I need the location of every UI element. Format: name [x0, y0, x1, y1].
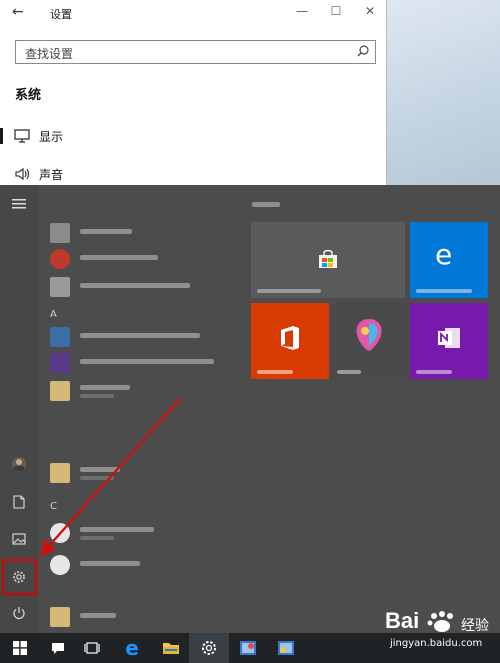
blurred-label [80, 359, 214, 364]
section-title: 系统 [15, 88, 42, 103]
user-avatar[interactable] [0, 447, 38, 481]
list-item[interactable] [50, 325, 230, 351]
folder-icon [50, 607, 70, 627]
settings-window: ← 设置 — ☐ ✕ 查找设置 系统 显示 声音 [0, 0, 387, 185]
title-bar: ← 设置 — ☐ ✕ [0, 0, 387, 26]
group-letter[interactable]: A [50, 309, 57, 320]
list-item[interactable] [50, 379, 230, 405]
file-explorer-icon[interactable] [151, 633, 191, 663]
blurred-label [80, 467, 120, 472]
speaker-icon [15, 167, 30, 181]
store-icon [319, 249, 337, 268]
app-icon [50, 249, 70, 269]
list-item[interactable] [50, 221, 230, 247]
watermark-suffix: 经验 [461, 618, 489, 634]
blurred-label [80, 613, 116, 618]
document-icon[interactable] [0, 485, 38, 519]
baidu-watermark: Bai 经验 jingyan.baidu.com [385, 608, 500, 656]
blurred-label [416, 370, 452, 374]
blurred-label [80, 385, 130, 390]
back-button[interactable]: ← [12, 4, 24, 20]
app-icon [50, 327, 70, 347]
list-item[interactable] [50, 553, 230, 579]
highlight-box [2, 559, 37, 595]
nav-item-sound[interactable]: 声音 [0, 160, 387, 188]
baidu-paw-icon [427, 611, 453, 632]
blurred-label [337, 370, 361, 374]
paint3d-tile[interactable] [331, 303, 409, 379]
watermark-url: jingyan.baidu.com [390, 638, 483, 649]
folder-icon [50, 381, 70, 401]
close-button[interactable]: ✕ [363, 4, 377, 18]
app-icon [50, 277, 70, 297]
windows-start-icon[interactable] [0, 633, 40, 663]
blurred-label [80, 283, 190, 288]
onenote-tile[interactable] [410, 303, 488, 379]
group-letter[interactable]: C [50, 501, 57, 512]
blurred-label [257, 289, 321, 293]
watermark-brand: Bai [385, 608, 420, 633]
onenote-icon [438, 328, 460, 348]
blurred-label [416, 289, 472, 293]
blurred-label [80, 255, 158, 260]
edge-tile[interactable]: e [410, 222, 488, 298]
blurred-label [80, 536, 114, 540]
app-icon [50, 523, 70, 543]
hamburger-menu-icon[interactable] [0, 187, 38, 221]
search-icon[interactable] [356, 44, 370, 58]
blurred-label [80, 394, 114, 398]
app-icon [50, 353, 70, 373]
search-placeholder: 查找设置 [25, 47, 74, 61]
edge-icon: e [435, 238, 453, 271]
blurred-label [80, 561, 140, 566]
start-menu: A C e [0, 185, 500, 633]
power-icon[interactable] [0, 596, 38, 630]
app-icon [50, 555, 70, 575]
list-item[interactable] [50, 275, 230, 301]
pictures-icon[interactable] [0, 522, 38, 556]
list-item[interactable] [50, 461, 230, 487]
maximize-button[interactable]: ☐ [329, 4, 343, 18]
nav-label-sound: 声音 [39, 168, 64, 182]
store-tile[interactable] [251, 222, 405, 298]
office-icon [281, 326, 299, 350]
tiles-group-header [252, 202, 280, 207]
window-title: 设置 [50, 8, 72, 21]
blurred-label [80, 333, 200, 338]
office-tile[interactable] [251, 303, 329, 379]
nav-item-display[interactable]: 显示 [0, 122, 387, 150]
task-view-icon[interactable] [72, 633, 112, 663]
list-item[interactable] [50, 351, 230, 377]
list-item[interactable] [50, 521, 230, 547]
selection-indicator [0, 128, 3, 144]
edge-icon[interactable]: e [112, 633, 152, 663]
paint3d-icon [356, 319, 382, 351]
app-list: A C [46, 185, 236, 633]
search-input[interactable]: 查找设置 [15, 40, 376, 64]
app-icon-2[interactable] [266, 633, 306, 663]
settings-icon[interactable] [189, 633, 229, 663]
app-icon [50, 223, 70, 243]
nav-label-display: 显示 [39, 130, 64, 144]
blurred-label [257, 370, 293, 374]
app-icon-1[interactable] [228, 633, 268, 663]
blurred-label [80, 527, 154, 532]
blurred-label [80, 476, 114, 480]
desktop-wallpaper [387, 0, 500, 185]
monitor-icon [14, 129, 30, 143]
blurred-label [80, 229, 132, 234]
minimize-button[interactable]: — [295, 4, 309, 18]
list-item[interactable] [50, 247, 230, 273]
folder-icon [50, 463, 70, 483]
list-item[interactable] [50, 605, 230, 631]
